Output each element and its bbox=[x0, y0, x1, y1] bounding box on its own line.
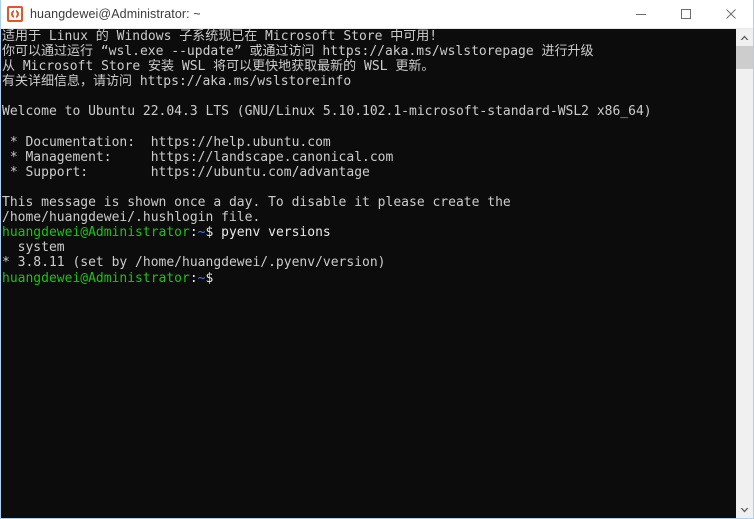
terminal-line: This message is shown once a day. To dis… bbox=[2, 195, 735, 210]
terminal-output[interactable]: 适用于 Linux 的 Windows 子系统现已在 Microsoft Sto… bbox=[1, 29, 735, 518]
minimize-button[interactable] bbox=[618, 0, 663, 28]
terminal-line: * Support: https://ubuntu.com/advantage bbox=[2, 165, 735, 180]
close-button[interactable] bbox=[708, 0, 753, 28]
terminal-text: $ pyenv versions bbox=[205, 225, 331, 241]
terminal-text: * Support: https://ubuntu.com/advantage bbox=[2, 164, 370, 180]
title-bar-left: huangdewei@Administrator: ~ bbox=[1, 6, 618, 22]
scrollbar-thumb[interactable] bbox=[736, 46, 753, 69]
minimize-icon bbox=[635, 14, 646, 15]
terminal-text: huangdewei@Administrator bbox=[2, 270, 190, 286]
chevron-up-icon bbox=[740, 35, 749, 40]
terminal-line: /home/huangdewei/.hushlogin file. bbox=[2, 210, 735, 225]
terminal-text: : bbox=[189, 270, 198, 286]
title-bar[interactable]: huangdewei@Administrator: ~ bbox=[1, 0, 753, 29]
terminal-text: ~ bbox=[197, 225, 206, 241]
scroll-up-button[interactable] bbox=[736, 29, 753, 46]
terminal-window: huangdewei@Administrator: ~ 适用于 Linux 的 … bbox=[0, 0, 754, 519]
window-client-area: 适用于 Linux 的 Windows 子系统现已在 Microsoft Sto… bbox=[1, 29, 753, 518]
terminal-line: 适用于 Linux 的 Windows 子系统现已在 Microsoft Sto… bbox=[2, 29, 735, 44]
terminal-text: * 3.8.11 (set by /home/huangdewei/.pyenv… bbox=[2, 255, 386, 271]
scrollbar-track[interactable] bbox=[736, 46, 753, 501]
terminal-line: system bbox=[2, 240, 735, 255]
terminal-text: Welcome to Ubuntu 22.04.3 LTS (GNU/Linux… bbox=[2, 104, 652, 120]
terminal-text: $ bbox=[205, 270, 222, 286]
close-icon bbox=[725, 9, 736, 19]
terminal-line: 你可以通过运行 “wsl.exe --update” 或通过访问 https:/… bbox=[2, 44, 735, 59]
terminal-text: system bbox=[2, 240, 65, 256]
terminal-line: * Management: https://landscape.canonica… bbox=[2, 150, 735, 165]
terminal-text: * Management: https://landscape.canonica… bbox=[2, 149, 394, 165]
terminal-text: /home/huangdewei/.hushlogin file. bbox=[2, 210, 261, 226]
terminal-line: * Documentation: https://help.ubuntu.com bbox=[2, 135, 735, 150]
terminal-text: 你可以通过运行 “wsl.exe --update” 或通过访问 https:/… bbox=[2, 44, 594, 60]
terminal-line: 有关详细信息，请访问 https://aka.ms/wslstoreinfo bbox=[2, 74, 735, 89]
chevron-down-icon bbox=[740, 507, 749, 512]
terminal-text: 适用于 Linux 的 Windows 子系统现已在 Microsoft Sto… bbox=[2, 29, 438, 44]
terminal-line: Welcome to Ubuntu 22.04.3 LTS (GNU/Linux… bbox=[2, 104, 735, 119]
terminal-line: * 3.8.11 (set by /home/huangdewei/.pyenv… bbox=[2, 255, 735, 270]
window-title: huangdewei@Administrator: ~ bbox=[30, 7, 201, 21]
terminal-line: huangdewei@Administrator:~$ bbox=[2, 271, 735, 286]
ubuntu-icon bbox=[7, 6, 23, 22]
terminal-text: * Documentation: https://help.ubuntu.com bbox=[2, 134, 331, 150]
maximize-button[interactable] bbox=[663, 0, 708, 28]
terminal-text: 有关详细信息，请访问 https://aka.ms/wslstoreinfo bbox=[2, 74, 352, 90]
window-controls bbox=[618, 0, 753, 28]
terminal-line: 从 Microsoft Store 安装 WSL 将可以更快地获取最新的 WSL… bbox=[2, 59, 735, 74]
terminal-text: 从 Microsoft Store 安装 WSL 将可以更快地获取最新的 WSL… bbox=[2, 59, 435, 75]
terminal-text: : bbox=[189, 225, 198, 241]
terminal-text: huangdewei@Administrator bbox=[2, 225, 190, 241]
terminal-text: ~ bbox=[197, 270, 206, 286]
terminal-text: This message is shown once a day. To dis… bbox=[2, 195, 511, 211]
vertical-scrollbar[interactable] bbox=[735, 29, 753, 518]
maximize-icon bbox=[680, 9, 691, 19]
terminal-line: huangdewei@Administrator:~$ pyenv versio… bbox=[2, 225, 735, 240]
scroll-down-button[interactable] bbox=[736, 501, 753, 518]
